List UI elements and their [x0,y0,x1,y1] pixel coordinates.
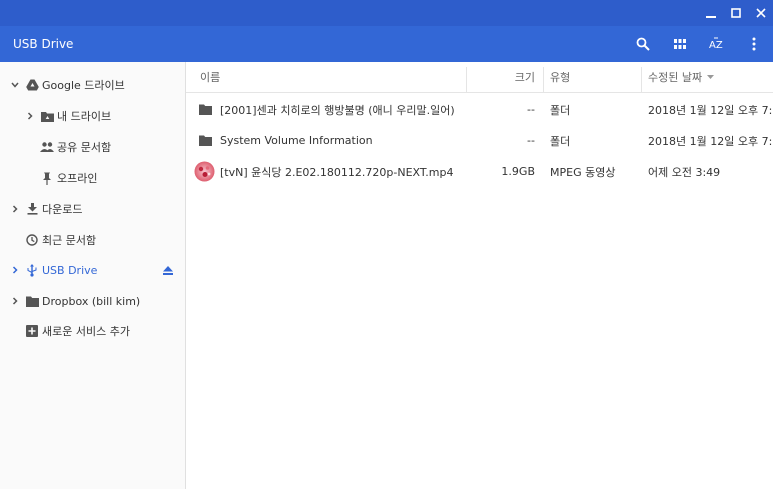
sidebar: Google 드라이브 내 드라이브 공유 문서함 오프라인 다운로드 최근 문… [0,62,186,489]
sort-az-icon[interactable]: AZ [705,32,729,56]
sidebar-item-label: 공유 문서함 [57,141,112,154]
sidebar-item-offline[interactable]: 오프라인 [0,163,185,193]
pin-icon [40,171,54,185]
window-titlebar [0,0,773,26]
eject-icon[interactable] [161,263,175,277]
chevron-down-icon[interactable] [10,80,20,90]
file-name: [2001]센과 치히로의 행방불명 (애니 우리말.일어) [220,103,455,117]
sidebar-item-downloads[interactable]: 다운로드 [0,194,185,224]
usb-icon [25,263,39,277]
column-divider[interactable] [543,67,544,92]
table-row[interactable]: [2001]센과 치히로의 행방불명 (애니 우리말.일어) -- 폴더 201… [186,94,773,125]
column-header-name[interactable]: 이름 [200,62,220,92]
sidebar-item-label: USB Drive [42,263,98,277]
column-divider[interactable] [641,67,642,92]
sidebar-item-usb-drive[interactable]: USB Drive [0,255,185,285]
sidebar-item-shared[interactable]: 공유 문서함 [0,132,185,162]
column-header-modified[interactable]: 수정된 날짜 [648,62,715,92]
file-size: 1.9GB [501,165,535,178]
chevron-right-icon[interactable] [25,111,35,121]
sidebar-item-my-drive[interactable]: 내 드라이브 [0,101,185,131]
column-header-size[interactable]: 크기 [467,62,535,92]
sidebar-item-google-drive[interactable]: Google 드라이브 [0,70,185,100]
sidebar-item-add-service[interactable]: 새로운 서비스 추가 [0,316,185,346]
sidebar-item-recent[interactable]: 최근 문서함 [0,225,185,255]
download-icon [25,202,39,216]
clock-icon [25,233,39,247]
file-list: 이름 크기 유형 수정된 날짜 [2001]센과 치히로의 행방불명 (애니 우… [186,62,773,489]
column-header-modified-label: 수정된 날짜 [648,71,703,84]
page-title: USB Drive [13,37,74,51]
header-divider [186,92,773,93]
sidebar-item-label: Google 드라이브 [42,79,125,92]
google-drive-icon [25,78,39,92]
file-name: [tvN] 윤식당 2.E02.180112.720p-NEXT.mp4 [220,165,454,179]
file-type: 폴더 [550,103,571,117]
folder-icon [199,125,212,156]
folder-icon [199,94,212,125]
app-header: USB Drive AZ [0,26,773,62]
sidebar-item-label: 새로운 서비스 추가 [42,325,130,338]
add-box-icon [25,324,39,338]
svg-text:AZ: AZ [709,40,723,51]
file-size: -- [527,134,535,147]
table-row[interactable]: System Volume Information -- 폴더 2018년 1월… [186,125,773,156]
shared-people-icon [40,140,54,154]
file-type: MPEG 동영상 [550,165,616,179]
video-thumbnail [194,156,215,187]
sidebar-item-label: 내 드라이브 [57,110,112,123]
column-header-type[interactable]: 유형 [550,62,570,92]
more-vert-icon[interactable] [742,32,766,56]
file-modified: 2018년 1월 12일 오후 7:33 [648,103,773,117]
file-name: System Volume Information [220,134,373,147]
sidebar-item-label: 최근 문서함 [42,234,97,247]
file-modified: 어제 오전 3:49 [648,165,721,179]
sidebar-item-label: 오프라인 [57,172,98,185]
chevron-right-icon[interactable] [10,265,20,275]
search-icon[interactable] [631,32,655,56]
my-drive-icon [40,109,54,123]
file-type: 폴더 [550,134,571,148]
sort-arrow-icon [707,75,715,79]
sidebar-item-label: 다운로드 [42,203,83,216]
sidebar-item-label: Dropbox (bill kim) [42,294,141,308]
sidebar-item-dropbox[interactable]: Dropbox (bill kim) [0,286,185,316]
file-modified: 2018년 1월 12일 오후 7:28 [648,134,773,148]
close-icon[interactable] [746,0,773,26]
folder-icon [25,294,39,308]
chevron-right-icon[interactable] [10,204,20,214]
table-row[interactable]: [tvN] 윤식당 2.E02.180112.720p-NEXT.mp4 1.9… [186,156,773,187]
chevron-right-icon[interactable] [10,296,20,306]
grid-view-icon[interactable] [668,32,692,56]
file-size: -- [527,103,535,116]
